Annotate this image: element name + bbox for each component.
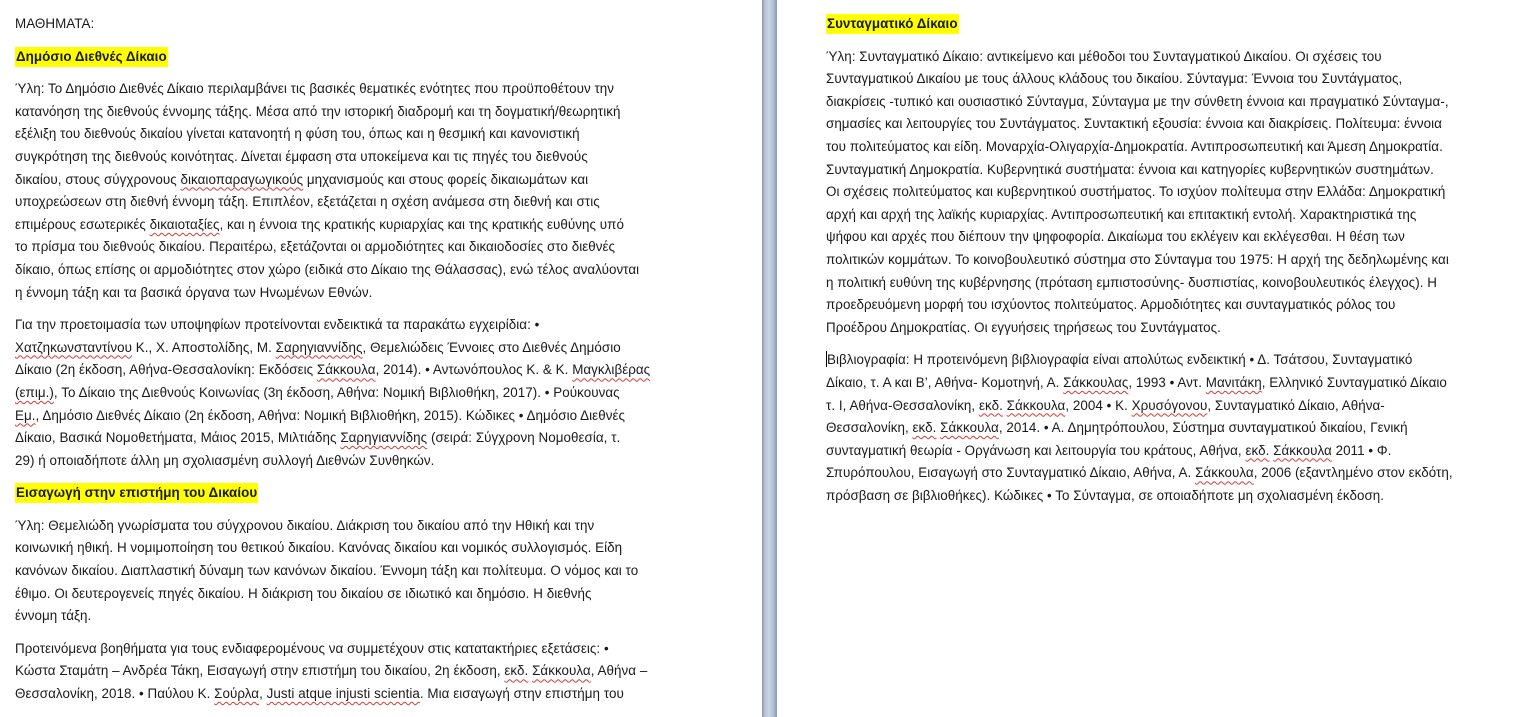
spellcheck-word[interactable]: Σαρηγιαννίδης <box>276 340 363 355</box>
spellcheck-word[interactable]: δικαιοπαραγωγικούς <box>181 172 304 187</box>
section-heading: Συνταγματικό Δίκαιο <box>826 14 959 34</box>
page-divider <box>762 0 777 717</box>
spellcheck-word[interactable]: Χατζηκωνσταντίνου <box>15 340 132 355</box>
page-content[interactable]: Συνταγματικό Δίκαιο Ύλη: Συνταγματικό Δί… <box>826 13 1526 517</box>
paragraph: Βιβλιογραφία: Η προτεινόμενη βιβλιογραφί… <box>826 351 1453 503</box>
paragraph: Για την προετοιμασία των υποψηφίων προτε… <box>15 317 651 468</box>
spellcheck-word[interactable]: Σάκκουλα <box>1195 465 1254 480</box>
spellcheck-word[interactable]: εκδ. <box>1245 443 1269 458</box>
spellcheck-word[interactable]: Σαρηγιαννίδης <box>340 430 427 445</box>
document-workspace: ΜΑΘΗΜΑΤΑ: Δημόσιο Διεθνές Δίκαιο Ύλη: Το… <box>0 0 1537 717</box>
spellcheck-word[interactable]: Σάκκουλας <box>1063 375 1128 390</box>
spellcheck-word[interactable]: Σάκκουλα <box>1273 443 1332 458</box>
spellcheck-word[interactable]: εκδ. <box>913 420 937 435</box>
spellcheck-word[interactable]: Μαγκλιβέρας <box>572 362 650 377</box>
spellcheck-word[interactable]: Justi atque injusti scientia <box>267 686 420 701</box>
spellcheck-word[interactable]: Σάκκουλα <box>940 420 999 435</box>
spellcheck-word[interactable]: Χρυσόγονου <box>1132 398 1208 413</box>
document-page-right[interactable]: Συνταγματικό Δίκαιο Ύλη: Συνταγματικό Δί… <box>777 0 1537 717</box>
paragraph: Ύλη: Συνταγματικό Δίκαιο: αντικείμενο κα… <box>826 48 1449 335</box>
paragraph: Ύλη: Το Δημόσιο Διεθνές Δίκαιο περιλαμβά… <box>15 81 640 300</box>
spellcheck-word[interactable]: δικαιοταξίες <box>150 217 220 232</box>
spellcheck-word[interactable]: Σάκκουλα <box>532 663 591 678</box>
spellcheck-word[interactable]: εκδ. <box>504 663 528 678</box>
page-content[interactable]: ΜΑΘΗΜΑΤΑ: Δημόσιο Διεθνές Δίκαιο Ύλη: Το… <box>15 13 715 716</box>
spellcheck-word[interactable]: (επιμ.) <box>15 385 54 400</box>
section-heading: Δημόσιο Διεθνές Δίκαιο <box>15 46 168 67</box>
spellcheck-word[interactable]: εκδ. <box>979 398 1003 413</box>
spellcheck-word[interactable]: Σάκκουλα <box>1007 398 1066 413</box>
paragraph: Ύλη: Θεμελιώδη γνωρίσματα του σύγχρονου … <box>15 517 639 624</box>
document-title: ΜΑΘΗΜΑΤΑ: <box>15 16 95 31</box>
section-heading: Εισαγωγή στην επιστήμη του Δικαίου <box>15 483 259 504</box>
spellcheck-word[interactable]: Σάκκουλα <box>317 362 376 377</box>
paragraph: Προτεινόμενα βοηθήματα για τους ενδιαφερ… <box>15 640 648 702</box>
spellcheck-word[interactable]: Σούρλα <box>214 686 259 701</box>
spellcheck-word[interactable]: Μανιτάκη <box>1206 375 1262 390</box>
spellcheck-word[interactable]: Εμ. <box>15 408 36 423</box>
document-page-left[interactable]: ΜΑΘΗΜΑΤΑ: Δημόσιο Διεθνές Δίκαιο Ύλη: Το… <box>0 0 762 717</box>
